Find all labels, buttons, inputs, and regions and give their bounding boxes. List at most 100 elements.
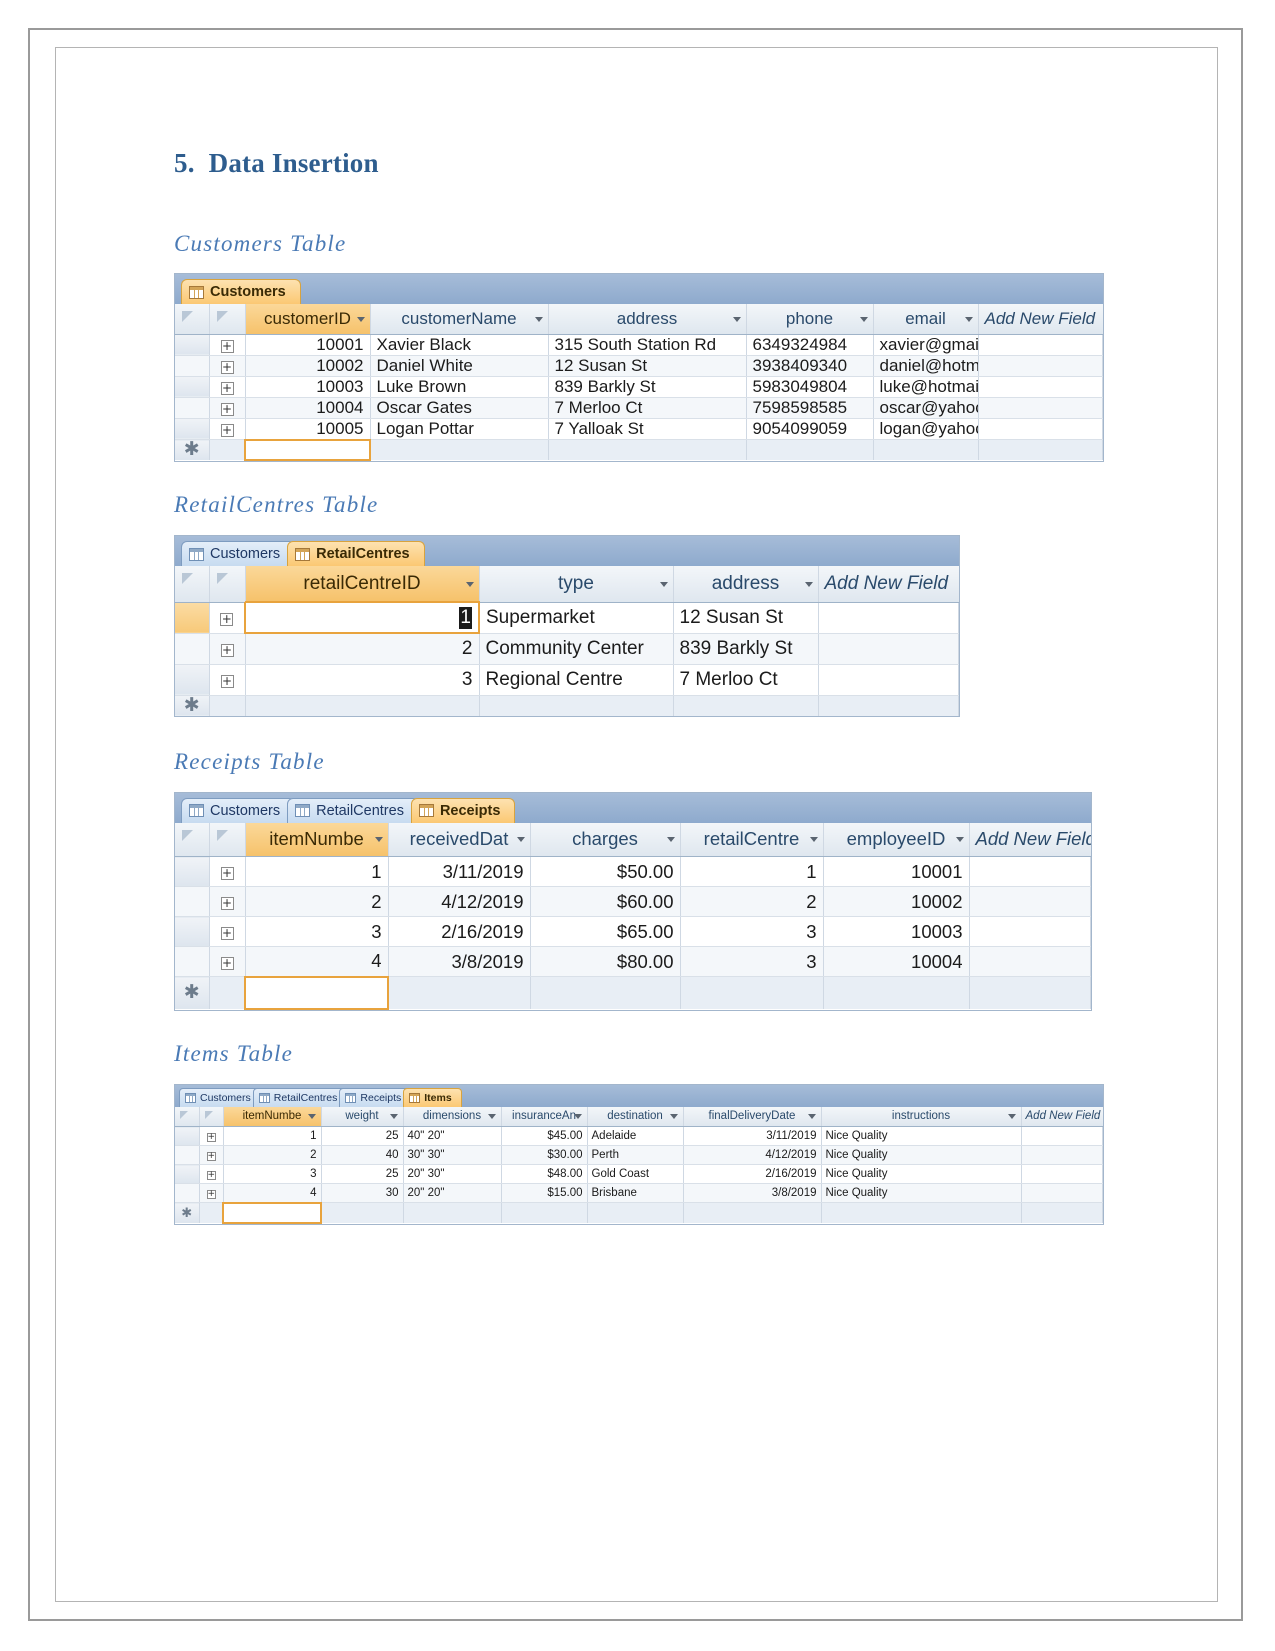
cell-dimensions[interactable]: 40" 20" <box>403 1126 502 1146</box>
cell-dimensions[interactable]: 20" 20" <box>403 1183 502 1203</box>
expand-row-cell[interactable]: + <box>209 916 246 947</box>
cell-retailcentre[interactable]: 1 <box>680 856 824 887</box>
new-record-row[interactable]: ✱ <box>175 695 959 716</box>
cell-itemnumber[interactable]: 4 <box>245 946 389 977</box>
expand-row-cell[interactable]: + <box>209 946 246 977</box>
column-header-address[interactable]: address <box>673 566 819 603</box>
select-all-corner[interactable] <box>175 1106 200 1127</box>
cell-customerid[interactable]: 10005 <box>245 418 371 440</box>
cell-receiveddate[interactable]: 3/11/2019 <box>388 856 531 887</box>
chevron-down-icon[interactable] <box>389 1114 398 1120</box>
column-header-address[interactable]: address <box>548 304 747 335</box>
table-row[interactable]: + 2 Community Center 839 Barkly St <box>175 633 959 665</box>
cell-destination[interactable]: Perth <box>587 1145 684 1165</box>
cell-retailcentreid[interactable]: 1 <box>244 601 480 634</box>
cell-itemnumber[interactable]: 1 <box>223 1126 322 1146</box>
cell-finaldeliverydate[interactable]: 2/16/2019 <box>683 1164 822 1184</box>
new-record-itemnumber-cell[interactable] <box>222 1201 322 1224</box>
add-new-field-header[interactable]: Add New Field <box>969 822 1091 857</box>
tab-items[interactable]: Items <box>403 1087 462 1107</box>
row-selector[interactable] <box>175 664 210 696</box>
column-header-destination[interactable]: destination <box>587 1106 684 1127</box>
cell-employeeid[interactable]: 10001 <box>823 856 970 887</box>
column-header-phone[interactable]: phone <box>746 304 874 335</box>
cell-receiveddate[interactable]: 3/8/2019 <box>388 946 531 977</box>
table-row[interactable]: + 10005 Logan Pottar 7 Yalloak St 905409… <box>175 418 1103 440</box>
expand-row-cell[interactable]: + <box>199 1183 224 1203</box>
plus-icon[interactable]: + <box>220 956 234 970</box>
cell-address[interactable]: 839 Barkly St <box>548 376 747 398</box>
chevron-down-icon[interactable] <box>807 1114 816 1120</box>
plus-icon[interactable]: + <box>220 402 234 416</box>
table-row[interactable]: + 3 2/16/2019 $65.00 3 10003 <box>175 916 1091 947</box>
new-record-selector[interactable]: ✱ <box>175 976 210 1009</box>
cell-type[interactable]: Community Center <box>479 633 674 665</box>
new-record-customerid-cell[interactable] <box>244 438 371 461</box>
column-header-employeeid[interactable]: employeeID <box>823 822 970 857</box>
cell-itemnumber[interactable]: 1 <box>245 856 389 887</box>
cell-email[interactable]: daniel@hotma <box>873 355 979 377</box>
table-row[interactable]: + 10003 Luke Brown 839 Barkly St 5983049… <box>175 376 1103 398</box>
select-all-corner[interactable] <box>175 822 210 857</box>
cell-charges[interactable]: $60.00 <box>530 886 681 917</box>
plus-icon[interactable]: + <box>206 1152 216 1161</box>
cell-phone[interactable]: 5983049804 <box>746 376 874 398</box>
chevron-down-icon[interactable] <box>669 1114 678 1120</box>
row-selector[interactable] <box>175 886 210 917</box>
cell-instructions[interactable]: Nice Quality <box>821 1126 1022 1146</box>
row-selector[interactable] <box>175 418 210 440</box>
column-header-itemnumber[interactable]: itemNumbe <box>245 822 389 857</box>
chevron-down-icon[interactable] <box>374 837 383 843</box>
cell-employeeid[interactable]: 10003 <box>823 916 970 947</box>
table-row[interactable]: + 1 3/11/2019 $50.00 1 10001 <box>175 856 1091 887</box>
expand-row-cell[interactable]: + <box>209 856 246 887</box>
table-row[interactable]: + 3 25 20" 30" $48.00 Gold Coast 2/16/20… <box>175 1164 1103 1184</box>
chevron-down-icon[interactable] <box>1007 1114 1016 1120</box>
plus-icon[interactable]: + <box>220 674 234 688</box>
cell-email[interactable]: logan@yahoo.c <box>873 418 979 440</box>
chevron-down-icon[interactable] <box>487 1114 496 1120</box>
cell-empty[interactable] <box>501 1202 588 1223</box>
tab-customers[interactable]: Customers <box>181 797 296 823</box>
table-row[interactable]: + 10002 Daniel White 12 Susan St 3938409… <box>175 355 1103 377</box>
cell-customername[interactable]: Xavier Black <box>370 334 549 356</box>
cell-empty[interactable] <box>683 1202 822 1223</box>
cell-retailcentreid[interactable]: 2 <box>245 633 480 665</box>
cell-phone[interactable]: 3938409340 <box>746 355 874 377</box>
column-header-customername[interactable]: customerName <box>370 304 549 335</box>
cell-employeeid[interactable]: 10004 <box>823 946 970 977</box>
column-header-customerid[interactable]: customerID <box>245 304 371 335</box>
expand-row-cell[interactable]: + <box>209 355 246 377</box>
plus-icon[interactable]: + <box>220 612 234 626</box>
cell-empty[interactable] <box>673 695 819 716</box>
cell-itemnumber[interactable]: 3 <box>223 1164 322 1184</box>
cell-empty[interactable] <box>388 976 531 1009</box>
row-selector[interactable] <box>175 1126 200 1146</box>
chevron-down-icon[interactable] <box>809 837 818 843</box>
cell-empty[interactable] <box>403 1202 502 1223</box>
row-selector[interactable] <box>175 856 210 887</box>
cell-phone[interactable]: 6349324984 <box>746 334 874 356</box>
cell-empty[interactable] <box>873 439 979 460</box>
expand-row-cell[interactable]: + <box>209 334 246 356</box>
chevron-down-icon[interactable] <box>659 581 668 587</box>
plus-icon[interactable]: + <box>220 381 234 395</box>
cell-weight[interactable]: 30 <box>321 1183 404 1203</box>
column-header-instructions[interactable]: instructions <box>821 1106 1022 1127</box>
cell-charges[interactable]: $50.00 <box>530 856 681 887</box>
column-header-dimensions[interactable]: dimensions <box>403 1106 502 1127</box>
expand-row-cell[interactable]: + <box>209 886 246 917</box>
cell-customerid[interactable]: 10002 <box>245 355 371 377</box>
tab-customers[interactable]: Customers <box>179 1087 261 1107</box>
cell-retailcentre[interactable]: 2 <box>680 886 824 917</box>
cell-empty[interactable] <box>746 439 874 460</box>
cell-customerid[interactable]: 10001 <box>245 334 371 356</box>
select-all-corner[interactable] <box>175 566 210 603</box>
plus-icon[interactable]: + <box>206 1133 216 1142</box>
cell-weight[interactable]: 25 <box>321 1126 404 1146</box>
tab-customers[interactable]: Customers <box>181 541 296 566</box>
row-selector[interactable] <box>175 334 210 356</box>
cell-insuranceamount[interactable]: $30.00 <box>501 1145 588 1165</box>
cell-email[interactable]: xavier@gmail.c <box>873 334 979 356</box>
cell-type[interactable]: Regional Centre <box>479 664 674 696</box>
